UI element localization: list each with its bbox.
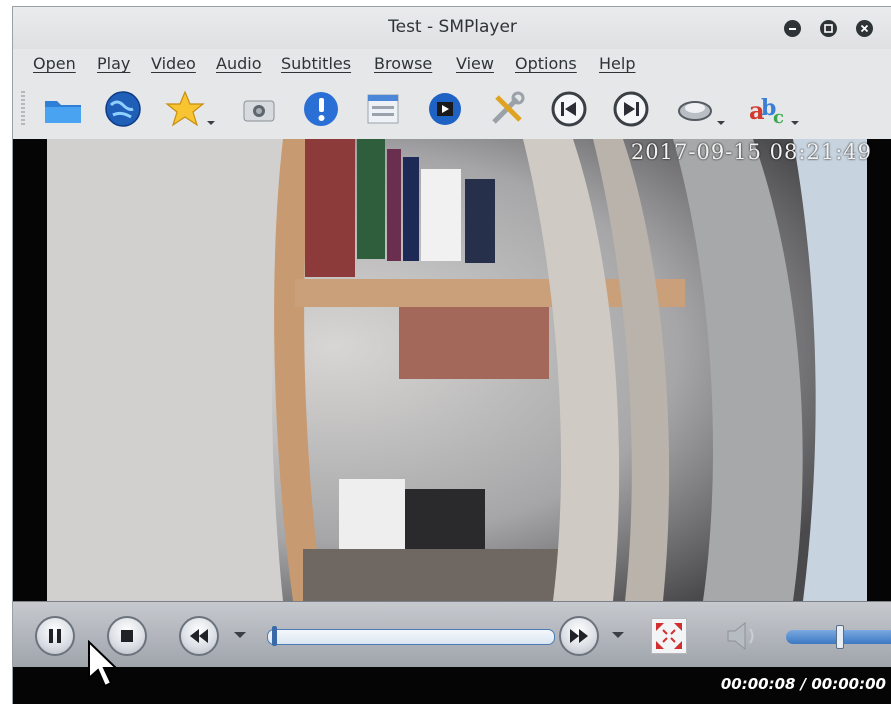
menu-help[interactable]: Help bbox=[599, 54, 635, 73]
info-button[interactable] bbox=[301, 89, 341, 129]
next-icon bbox=[613, 91, 649, 127]
previous-icon bbox=[551, 91, 587, 127]
preferences-button[interactable] bbox=[487, 89, 527, 129]
open-url-globe-icon bbox=[105, 91, 141, 127]
menu-video[interactable]: Video bbox=[151, 54, 196, 73]
volume-icon bbox=[727, 621, 754, 651]
menu-view[interactable]: View bbox=[456, 54, 494, 73]
pause-icon bbox=[49, 629, 61, 643]
open-file-button[interactable] bbox=[41, 89, 81, 129]
maximize-icon bbox=[824, 24, 833, 33]
stop-icon bbox=[121, 630, 133, 642]
time-display: 00:00:08 / 00:00:00 bbox=[720, 675, 886, 693]
minimize-icon bbox=[789, 28, 796, 30]
menu-audio[interactable]: Audio bbox=[216, 54, 261, 73]
seek-slider[interactable] bbox=[267, 626, 555, 646]
video-display[interactable]: 2017-09-15 08:21:49 bbox=[13, 139, 891, 601]
audio-track-button[interactable] bbox=[675, 89, 727, 129]
forward-options-dropdown[interactable] bbox=[612, 632, 624, 638]
menu-bar: Open Play Video Audio Subtitles Browse V… bbox=[13, 51, 891, 79]
close-icon bbox=[860, 24, 869, 33]
favorites-button[interactable] bbox=[165, 89, 217, 129]
svg-text:c: c bbox=[773, 107, 784, 128]
previous-button[interactable] bbox=[549, 89, 589, 129]
pause-button[interactable] bbox=[35, 616, 75, 656]
favorites-star-icon bbox=[165, 90, 215, 127]
fullscreen-button[interactable] bbox=[651, 618, 687, 654]
mute-button[interactable] bbox=[723, 618, 761, 654]
subtitles-button[interactable]: abc bbox=[747, 89, 803, 129]
osd-timestamp: 2017-09-15 08:21:49 bbox=[630, 140, 872, 164]
desktop-background bbox=[0, 0, 12, 704]
mouse-pointer-icon bbox=[88, 640, 119, 688]
playlist-button[interactable] bbox=[363, 89, 403, 129]
forward-button[interactable] bbox=[559, 616, 599, 656]
menu-subtitles[interactable]: Subtitles bbox=[281, 54, 351, 73]
toolbar-grip[interactable] bbox=[21, 91, 25, 125]
open-url-button[interactable] bbox=[103, 89, 143, 129]
title-bar[interactable]: Test - SMPlayer bbox=[13, 7, 891, 49]
screenshot-button[interactable] bbox=[239, 89, 279, 129]
main-toolbar: abc bbox=[13, 81, 891, 139]
smplayer-window: Test - SMPlayer Open Play Video Audio Su… bbox=[12, 6, 891, 704]
rewind-icon bbox=[190, 629, 208, 643]
video-frame bbox=[13, 139, 891, 601]
fullscreen-icon bbox=[656, 623, 682, 649]
menu-play[interactable]: Play bbox=[97, 54, 130, 73]
menu-browse[interactable]: Browse bbox=[374, 54, 432, 73]
volume-handle[interactable] bbox=[836, 625, 844, 649]
close-button[interactable] bbox=[856, 20, 873, 37]
forward-icon bbox=[570, 629, 588, 643]
video-clapper-icon bbox=[429, 93, 461, 125]
video-button[interactable] bbox=[425, 89, 465, 129]
menu-options[interactable]: Options bbox=[515, 54, 577, 73]
volume-slider[interactable] bbox=[786, 625, 891, 649]
screenshot-camera-icon bbox=[243, 100, 275, 122]
control-bar bbox=[13, 601, 891, 668]
maximize-button[interactable] bbox=[820, 20, 837, 37]
rewind-options-dropdown[interactable] bbox=[234, 632, 246, 638]
subtitles-abc-icon: abc bbox=[749, 95, 799, 128]
audio-track-icon bbox=[678, 101, 725, 125]
next-button[interactable] bbox=[611, 89, 651, 129]
rewind-button[interactable] bbox=[179, 616, 219, 656]
menu-open[interactable]: Open bbox=[33, 54, 76, 73]
open-folder-icon bbox=[45, 101, 81, 123]
window-title: Test - SMPlayer bbox=[388, 17, 517, 37]
seek-handle[interactable] bbox=[272, 626, 277, 646]
info-icon bbox=[304, 92, 338, 126]
minimize-button[interactable] bbox=[784, 20, 801, 37]
playlist-icon bbox=[367, 94, 399, 124]
preferences-tools-icon bbox=[492, 91, 525, 124]
status-bar: 00:00:08 / 00:00:00 bbox=[13, 667, 891, 704]
